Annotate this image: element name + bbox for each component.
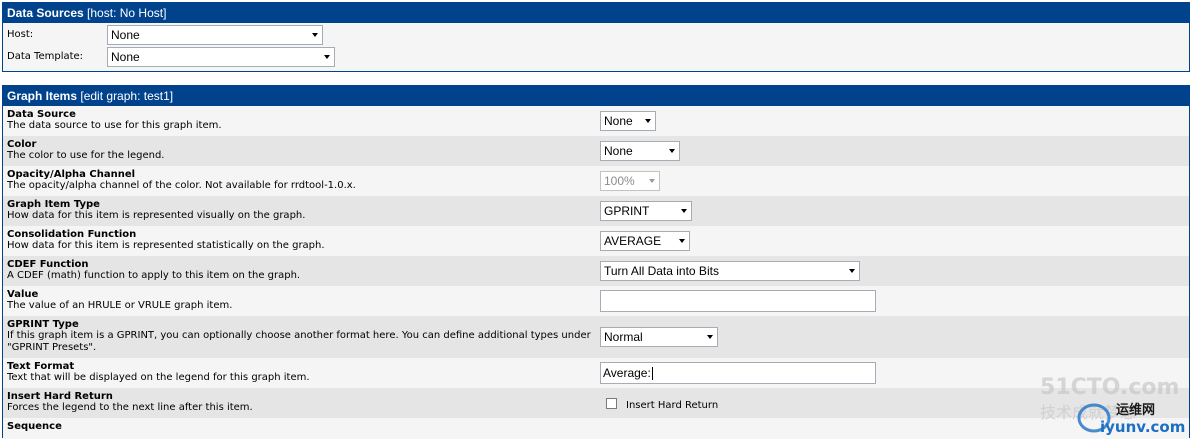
row-title: Data Source	[7, 109, 76, 120]
row-description: Forces the legend to the next line after…	[7, 402, 253, 413]
row-title: GPRINT Type	[7, 319, 79, 330]
row-description: The value of an HRULE or VRULE graph ite…	[7, 300, 233, 311]
template-filter-row: Data Template: None	[3, 45, 1189, 67]
row-consolidation-function: Consolidation Function How data for this…	[3, 226, 1189, 256]
host-filter-row: Host: None	[3, 23, 1189, 45]
row-description: A CDEF (math) function to apply to this …	[7, 270, 301, 281]
consolidation-function-select-value: AVERAGE	[604, 234, 662, 248]
row-color: Color The color to use for the legend. N…	[3, 136, 1189, 166]
chevron-down-icon	[312, 33, 318, 37]
row-title: Color	[7, 139, 37, 150]
row-title: Opacity/Alpha Channel	[7, 169, 136, 180]
insert-hard-return-checkbox[interactable]	[606, 398, 617, 409]
color-select[interactable]: None	[600, 141, 680, 161]
chevron-down-icon	[645, 119, 651, 123]
row-title: Insert Hard Return	[7, 391, 113, 402]
data-sources-context: [host: No Host]	[87, 6, 167, 20]
data-template-label: Data Template:	[7, 51, 84, 62]
row-insert-hard-return: Insert Hard Return Forces the legend to …	[3, 388, 1189, 418]
insert-hard-return-label[interactable]: Insert Hard Return	[626, 400, 718, 411]
chevron-down-icon	[669, 149, 675, 153]
row-data-source: Data Source The data source to use for t…	[3, 106, 1189, 136]
chevron-down-icon	[649, 179, 655, 183]
text-format-input[interactable]: Average:	[600, 362, 876, 384]
cdef-function-select[interactable]: Turn All Data into Bits	[600, 261, 860, 281]
host-select[interactable]: None	[107, 25, 323, 45]
data-sources-header: Data Sources [host: No Host]	[3, 3, 1189, 23]
gprint-type-select[interactable]: Normal	[600, 327, 718, 347]
chevron-down-icon	[324, 55, 330, 59]
data-sources-panel: Data Sources [host: No Host] Host: None …	[2, 2, 1190, 72]
value-input[interactable]	[600, 290, 876, 312]
consolidation-function-select[interactable]: AVERAGE	[600, 231, 690, 251]
row-title: Value	[7, 289, 39, 300]
row-description: The opacity/alpha channel of the color. …	[7, 180, 356, 191]
row-cdef-function: CDEF Function A CDEF (math) function to …	[3, 256, 1189, 286]
cdef-function-select-value: Turn All Data into Bits	[604, 264, 719, 278]
text-caret	[651, 367, 653, 381]
chevron-down-icon	[849, 269, 855, 273]
opacity-select-value: 100%	[604, 174, 635, 188]
row-description: The color to use for the legend.	[7, 150, 165, 161]
text-format-input-text: Average:	[603, 366, 651, 380]
graph-items-title: Graph Items	[7, 89, 78, 103]
data-template-select[interactable]: None	[107, 47, 335, 67]
row-title: Sequence	[7, 421, 62, 432]
graph-item-type-select-value: GPRINT	[604, 204, 650, 218]
row-description: How data for this item is represented vi…	[7, 210, 306, 221]
graph-items-header: Graph Items [edit graph: test1]	[3, 86, 1189, 106]
chevron-down-icon	[679, 239, 685, 243]
data-source-select-value: None	[604, 114, 633, 128]
graph-items-panel: Graph Items [edit graph: test1] Data Sou…	[2, 85, 1190, 439]
row-opacity: Opacity/Alpha Channel The opacity/alpha …	[3, 166, 1189, 196]
row-description: If this graph item is a GPRINT, you can …	[7, 330, 591, 353]
row-title: Graph Item Type	[7, 199, 100, 210]
row-title: Text Format	[7, 361, 75, 372]
row-value: Value The value of an HRULE or VRULE gra…	[3, 286, 1189, 316]
color-select-value: None	[604, 144, 633, 158]
host-select-value: None	[111, 28, 140, 42]
graph-item-type-select[interactable]: GPRINT	[600, 201, 692, 221]
row-title: CDEF Function	[7, 259, 89, 270]
row-graph-item-type: Graph Item Type How data for this item i…	[3, 196, 1189, 226]
row-description: The data source to use for this graph it…	[7, 120, 222, 131]
row-description: Text that will be displayed on the legen…	[7, 372, 310, 383]
host-label: Host:	[7, 29, 34, 40]
data-template-select-value: None	[111, 50, 140, 64]
row-description: How data for this item is represented st…	[7, 240, 325, 251]
row-title: Consolidation Function	[7, 229, 137, 240]
gprint-type-select-value: Normal	[604, 330, 643, 344]
row-text-format: Text Format Text that will be displayed …	[3, 358, 1189, 388]
chevron-down-icon	[707, 335, 713, 339]
opacity-select[interactable]: 100%	[600, 171, 660, 191]
chevron-down-icon	[681, 209, 687, 213]
graph-items-context: [edit graph: test1]	[80, 89, 174, 103]
row-sequence: Sequence	[3, 418, 1189, 439]
row-gprint-type: GPRINT Type If this graph item is a GPRI…	[3, 316, 1189, 358]
data-sources-title: Data Sources	[7, 6, 84, 20]
data-source-select[interactable]: None	[600, 111, 656, 131]
